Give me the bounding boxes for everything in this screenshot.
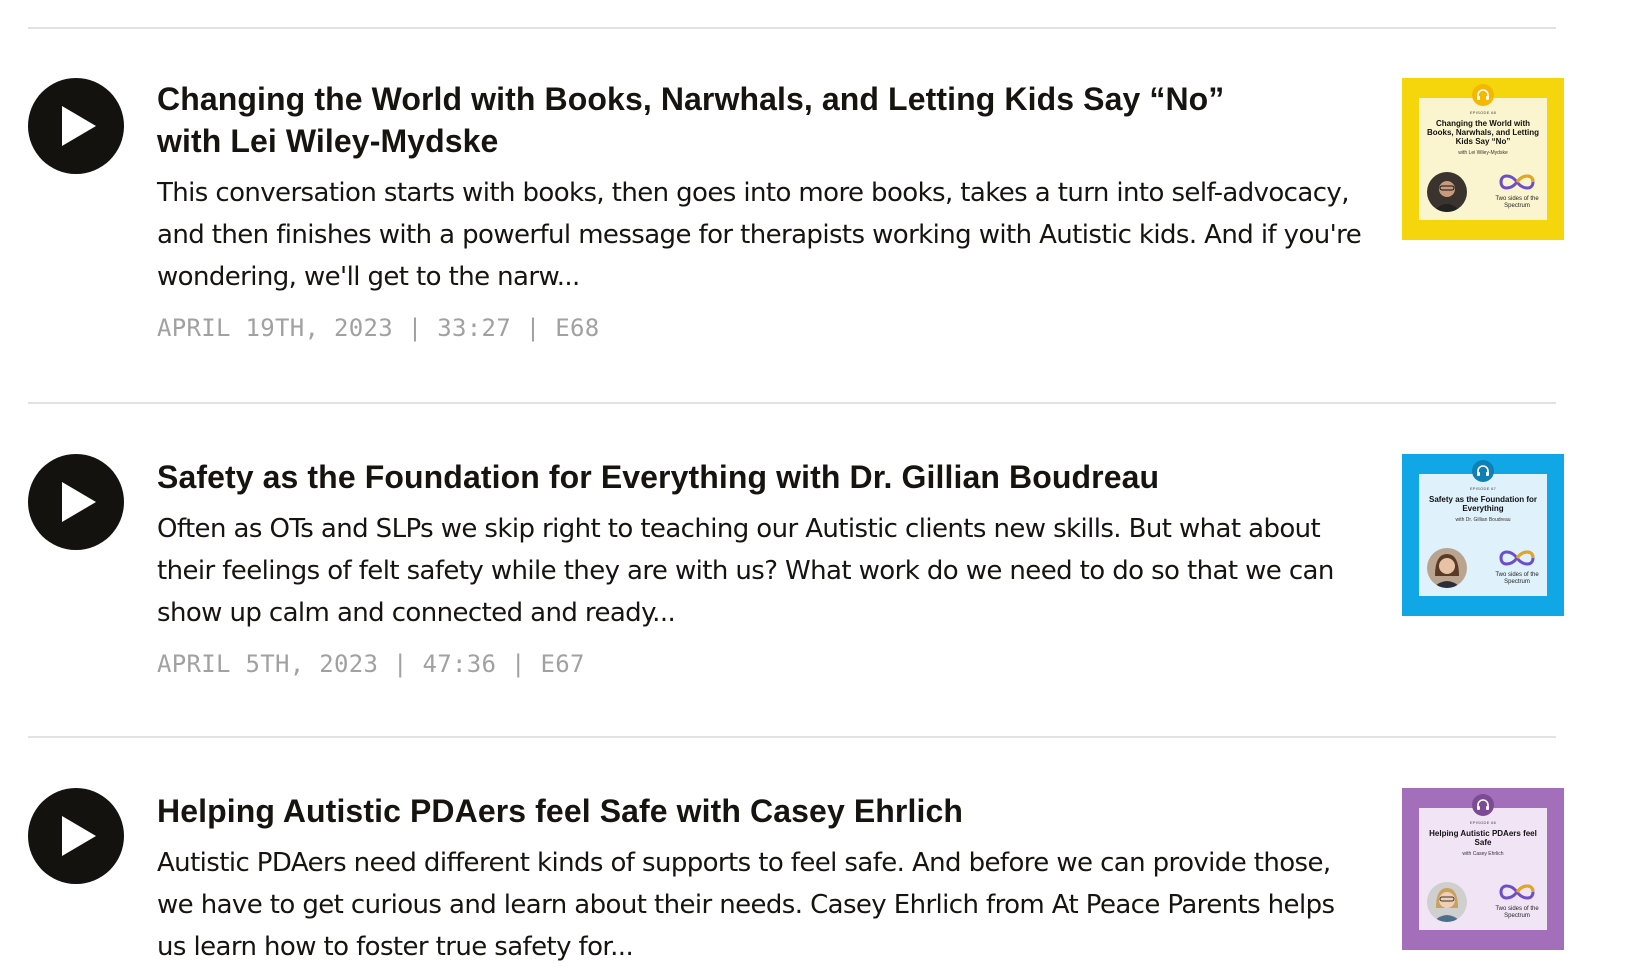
logo-text: Two sides of the Spectrum <box>1495 906 1539 919</box>
episode-title-line1: Changing the World with Books, Narwhals,… <box>157 81 1225 117</box>
artwork-card: EPISODE 68 Changing the World with Books… <box>1419 84 1547 220</box>
episode-title[interactable]: Changing the World with Books, Narwhals,… <box>157 78 1362 162</box>
artwork-guest: with Dr. Gillian Boudreau <box>1455 517 1511 523</box>
headphones-icon <box>1472 460 1494 482</box>
episode-description: Often as OTs and SLPs we skip right to t… <box>157 514 1334 628</box>
artwork-title: Safety as the Foundation for Everything <box>1428 495 1537 513</box>
podcast-logo: Two sides of the Spectrum <box>1495 883 1539 920</box>
headphones-icon <box>1472 84 1494 106</box>
podcast-logo: Two sides of the Spectrum <box>1495 549 1539 586</box>
headphones-icon <box>1472 794 1494 816</box>
episode-meta: APRIL 5TH, 2023 | 47:36 | E67 <box>157 650 585 678</box>
episode-title-line1: Helping Autistic PDAers feel Safe with C… <box>157 793 964 829</box>
episode-content: Safety as the Foundation for Everything … <box>157 456 1362 679</box>
episode-divider <box>28 27 1556 29</box>
artwork-guest: with Lei Wiley-Mydske <box>1458 150 1508 156</box>
episode-description: This conversation starts with books, the… <box>157 178 1362 292</box>
episode-artwork[interactable]: EPISODE 67 Safety as the Foundation for … <box>1402 454 1564 616</box>
guest-avatar <box>1427 548 1467 588</box>
episode-description: Autistic PDAers need different kinds of … <box>157 848 1335 962</box>
episode-artwork[interactable]: EPISODE 66 Helping Autistic PDAers feel … <box>1402 788 1564 950</box>
infinity-icon <box>1499 550 1535 566</box>
logo-text: Two sides of the Spectrum <box>1495 572 1539 585</box>
guest-avatar <box>1427 172 1467 212</box>
episode-meta: APRIL 19TH, 2023 | 33:27 | E68 <box>157 314 600 342</box>
episode-divider <box>28 402 1556 404</box>
episode-content: Helping Autistic PDAers feel Safe with C… <box>157 790 1362 968</box>
podcast-logo: Two sides of the Spectrum <box>1495 173 1539 210</box>
infinity-icon <box>1499 884 1535 900</box>
play-button[interactable] <box>28 788 124 884</box>
episode-divider <box>28 736 1556 738</box>
episode-title[interactable]: Helping Autistic PDAers feel Safe with C… <box>157 790 1362 832</box>
play-icon <box>62 482 96 522</box>
logo-text: Two sides of the Spectrum <box>1495 196 1539 209</box>
episode-title-line2: with Lei Wiley-Mydske <box>157 123 499 159</box>
play-button[interactable] <box>28 78 124 174</box>
episode-content: Changing the World with Books, Narwhals,… <box>157 78 1362 343</box>
infinity-icon <box>1499 174 1535 190</box>
play-button[interactable] <box>28 454 124 550</box>
artwork-card: EPISODE 66 Helping Autistic PDAers feel … <box>1419 794 1547 930</box>
episode-title-line1: Safety as the Foundation for Everything … <box>157 459 1160 495</box>
artwork-title: Changing the World with Books, Narwhals,… <box>1426 119 1539 146</box>
episode-title[interactable]: Safety as the Foundation for Everything … <box>157 456 1362 498</box>
play-icon <box>62 106 96 146</box>
guest-avatar <box>1427 882 1467 922</box>
episode-artwork[interactable]: EPISODE 68 Changing the World with Books… <box>1402 78 1564 240</box>
artwork-guest: with Casey Ehrlich <box>1462 851 1504 857</box>
play-icon <box>62 816 96 856</box>
artwork-card: EPISODE 67 Safety as the Foundation for … <box>1419 460 1547 596</box>
artwork-title: Helping Autistic PDAers feel Safe <box>1429 829 1537 847</box>
